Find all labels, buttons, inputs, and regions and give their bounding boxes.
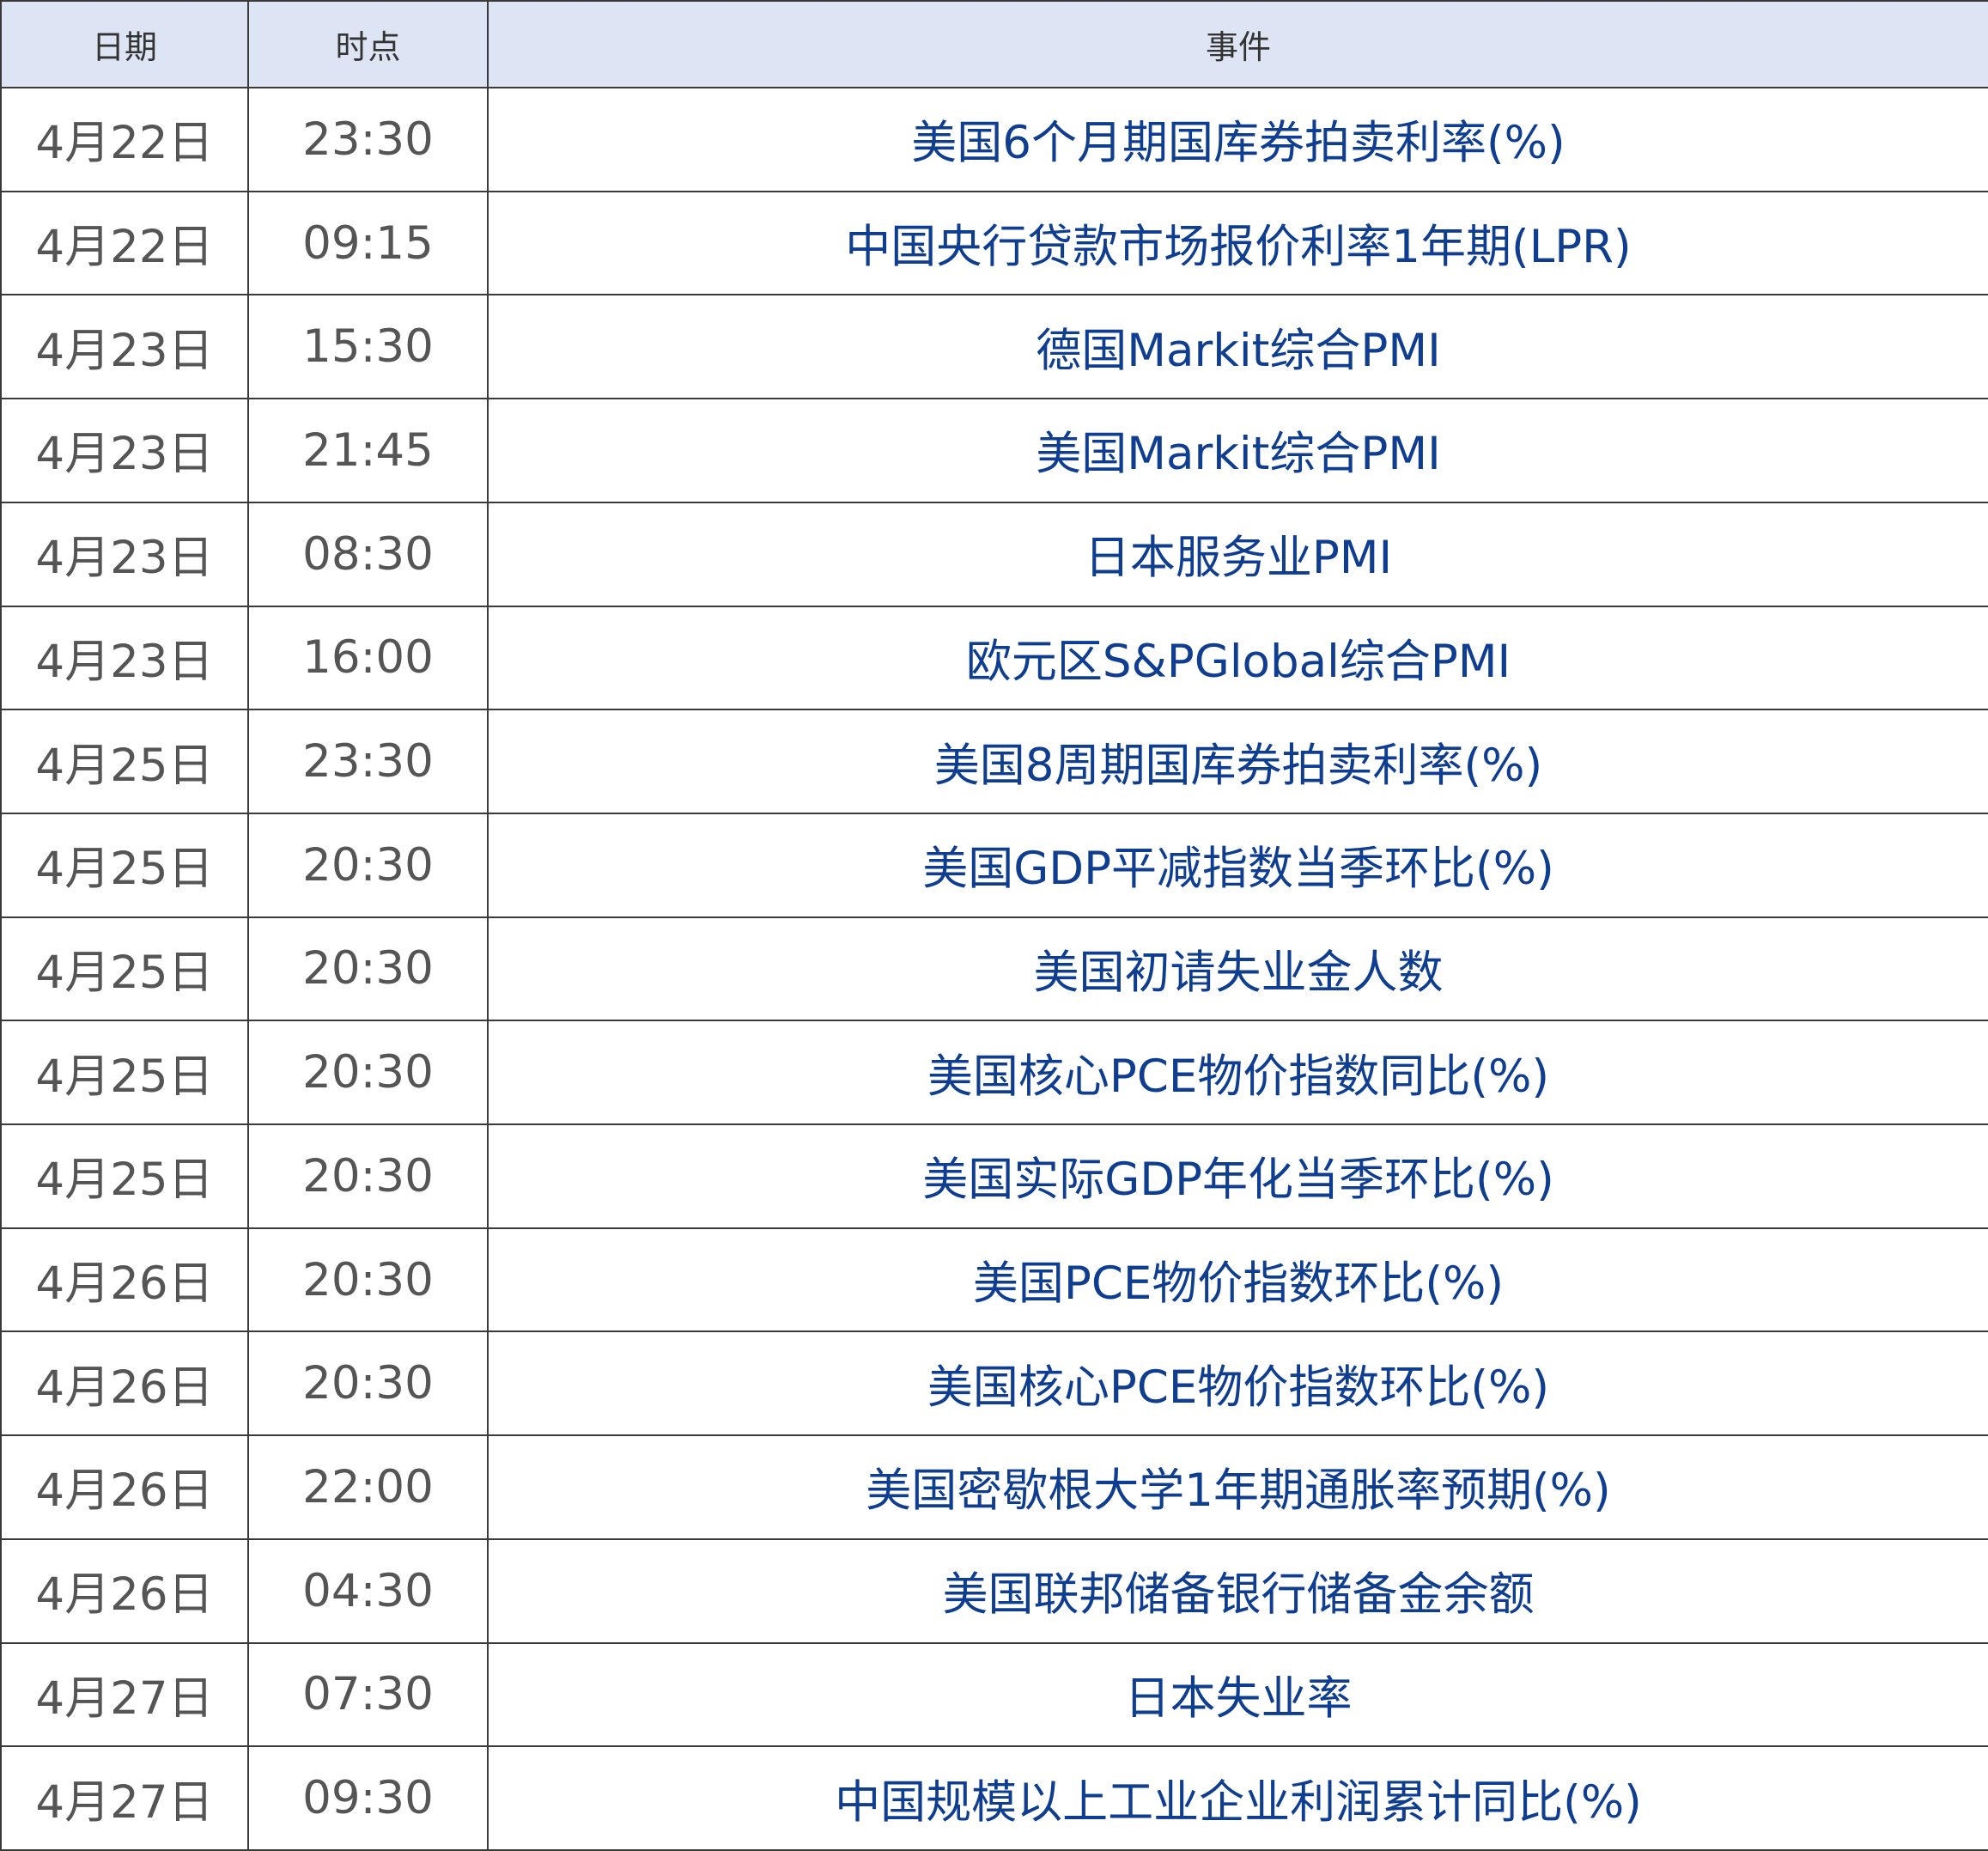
table-row: 4月23日 16:00 欧元区S&PGlobal综合PMI bbox=[0, 605, 1988, 711]
time-cell: 20:30 bbox=[247, 1020, 489, 1126]
event-cell: 美国初请失业金人数 bbox=[487, 916, 1988, 1022]
table-body: 4月22日 23:30 美国6个月期国库券拍卖利率(%) 4月22日 09:15… bbox=[0, 87, 1988, 1851]
event-cell: 德国Markit综合PMI bbox=[487, 294, 1988, 400]
date-cell: 4月25日 bbox=[0, 1123, 249, 1229]
time-cell: 23:30 bbox=[247, 87, 489, 192]
date-cell: 4月25日 bbox=[0, 812, 249, 918]
time-cell: 23:30 bbox=[247, 709, 489, 814]
time-cell: 20:30 bbox=[247, 1123, 489, 1229]
event-cell: 美国联邦储备银行储备金余额 bbox=[487, 1537, 1988, 1644]
date-cell: 4月26日 bbox=[0, 1537, 249, 1644]
table-row: 4月22日 09:15 中国央行贷款市场报价利率1年期(LPR) bbox=[0, 190, 1988, 296]
table-row: 4月26日 20:30 美国核心PCE物价指数环比(%) bbox=[0, 1330, 1988, 1437]
date-cell: 4月27日 bbox=[0, 1745, 249, 1851]
date-cell: 4月26日 bbox=[0, 1434, 249, 1540]
time-cell: 07:30 bbox=[247, 1641, 489, 1748]
table-row: 4月23日 15:30 德国Markit综合PMI bbox=[0, 294, 1988, 400]
time-cell: 20:30 bbox=[247, 916, 489, 1022]
date-cell: 4月23日 bbox=[0, 294, 249, 400]
table-row: 4月25日 20:30 美国实际GDP年化当季环比(%) bbox=[0, 1123, 1988, 1229]
event-cell: 中国规模以上工业企业利润累计同比(%) bbox=[487, 1745, 1988, 1851]
table-row: 4月27日 09:30 中国规模以上工业企业利润累计同比(%) bbox=[0, 1745, 1988, 1851]
time-cell: 21:45 bbox=[247, 398, 489, 503]
event-cell: 美国核心PCE物价指数同比(%) bbox=[487, 1020, 1988, 1126]
time-cell: 20:30 bbox=[247, 1330, 489, 1437]
table-row: 4月26日 22:00 美国密歇根大学1年期通胀率预期(%) bbox=[0, 1434, 1988, 1540]
time-cell: 09:30 bbox=[247, 1745, 489, 1851]
event-cell: 美国Markit综合PMI bbox=[487, 398, 1988, 503]
header-row: 日期 时点 事件 bbox=[0, 0, 1988, 88]
event-cell: 美国6个月期国库券拍卖利率(%) bbox=[487, 87, 1988, 192]
table-row: 4月23日 08:30 日本服务业PMI bbox=[0, 501, 1988, 607]
event-cell: 美国实际GDP年化当季环比(%) bbox=[487, 1123, 1988, 1229]
event-cell: 欧元区S&PGlobal综合PMI bbox=[487, 605, 1988, 711]
date-cell: 4月23日 bbox=[0, 605, 249, 711]
time-cell: 16:00 bbox=[247, 605, 489, 711]
date-cell: 4月22日 bbox=[0, 87, 249, 192]
event-cell: 日本服务业PMI bbox=[487, 501, 1988, 607]
date-cell: 4月26日 bbox=[0, 1330, 249, 1437]
event-cell: 美国PCE物价指数环比(%) bbox=[487, 1227, 1988, 1333]
column-header-time: 时点 bbox=[247, 0, 489, 88]
event-cell: 日本失业率 bbox=[487, 1641, 1988, 1748]
date-cell: 4月25日 bbox=[0, 916, 249, 1022]
date-cell: 4月22日 bbox=[0, 190, 249, 296]
table-row: 4月25日 20:30 美国GDP平减指数当季环比(%) bbox=[0, 812, 1988, 918]
event-cell: 美国8周期国库券拍卖利率(%) bbox=[487, 709, 1988, 814]
time-cell: 08:30 bbox=[247, 501, 489, 607]
date-cell: 4月23日 bbox=[0, 398, 249, 503]
table-row: 4月27日 07:30 日本失业率 bbox=[0, 1641, 1988, 1748]
date-cell: 4月23日 bbox=[0, 501, 249, 607]
economic-calendar-table: 日期 时点 事件 4月22日 23:30 美国6个月期国库券拍卖利率(%) 4月… bbox=[0, 0, 1988, 1851]
time-cell: 22:00 bbox=[247, 1434, 489, 1540]
time-cell: 20:30 bbox=[247, 1227, 489, 1333]
table-row: 4月23日 21:45 美国Markit综合PMI bbox=[0, 398, 1988, 503]
table-row: 4月25日 20:30 美国核心PCE物价指数同比(%) bbox=[0, 1020, 1988, 1126]
column-header-event: 事件 bbox=[487, 0, 1988, 88]
table-row: 4月26日 04:30 美国联邦储备银行储备金余额 bbox=[0, 1537, 1988, 1644]
table-row: 4月25日 20:30 美国初请失业金人数 bbox=[0, 916, 1988, 1022]
table-row: 4月25日 23:30 美国8周期国库券拍卖利率(%) bbox=[0, 709, 1988, 814]
time-cell: 04:30 bbox=[247, 1537, 489, 1644]
event-cell: 美国核心PCE物价指数环比(%) bbox=[487, 1330, 1988, 1437]
table-row: 4月22日 23:30 美国6个月期国库券拍卖利率(%) bbox=[0, 87, 1988, 192]
event-cell: 美国GDP平减指数当季环比(%) bbox=[487, 812, 1988, 918]
table-row: 4月26日 20:30 美国PCE物价指数环比(%) bbox=[0, 1227, 1988, 1333]
event-cell: 中国央行贷款市场报价利率1年期(LPR) bbox=[487, 190, 1988, 296]
time-cell: 15:30 bbox=[247, 294, 489, 400]
date-cell: 4月26日 bbox=[0, 1227, 249, 1333]
table-header: 日期 时点 事件 bbox=[0, 0, 1988, 88]
date-cell: 4月27日 bbox=[0, 1641, 249, 1748]
event-cell: 美国密歇根大学1年期通胀率预期(%) bbox=[487, 1434, 1988, 1540]
time-cell: 20:30 bbox=[247, 812, 489, 918]
column-header-date: 日期 bbox=[0, 0, 249, 88]
date-cell: 4月25日 bbox=[0, 709, 249, 814]
date-cell: 4月25日 bbox=[0, 1020, 249, 1126]
time-cell: 09:15 bbox=[247, 190, 489, 296]
